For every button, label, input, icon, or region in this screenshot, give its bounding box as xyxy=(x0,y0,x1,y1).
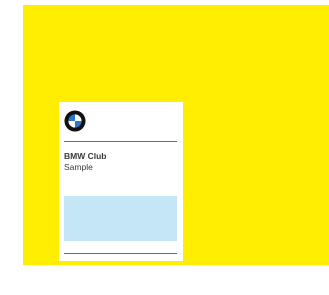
card-media-placeholder xyxy=(64,196,177,241)
card-divider-top xyxy=(64,141,177,142)
card-title: BMW Club xyxy=(64,151,107,161)
yellow-canvas: BMW Club Sample xyxy=(23,5,329,265)
bmw-logo-icon xyxy=(64,110,86,132)
club-card[interactable]: BMW Club Sample xyxy=(59,102,183,261)
card-divider-bottom xyxy=(64,253,177,254)
card-subtitle: Sample xyxy=(64,162,93,172)
